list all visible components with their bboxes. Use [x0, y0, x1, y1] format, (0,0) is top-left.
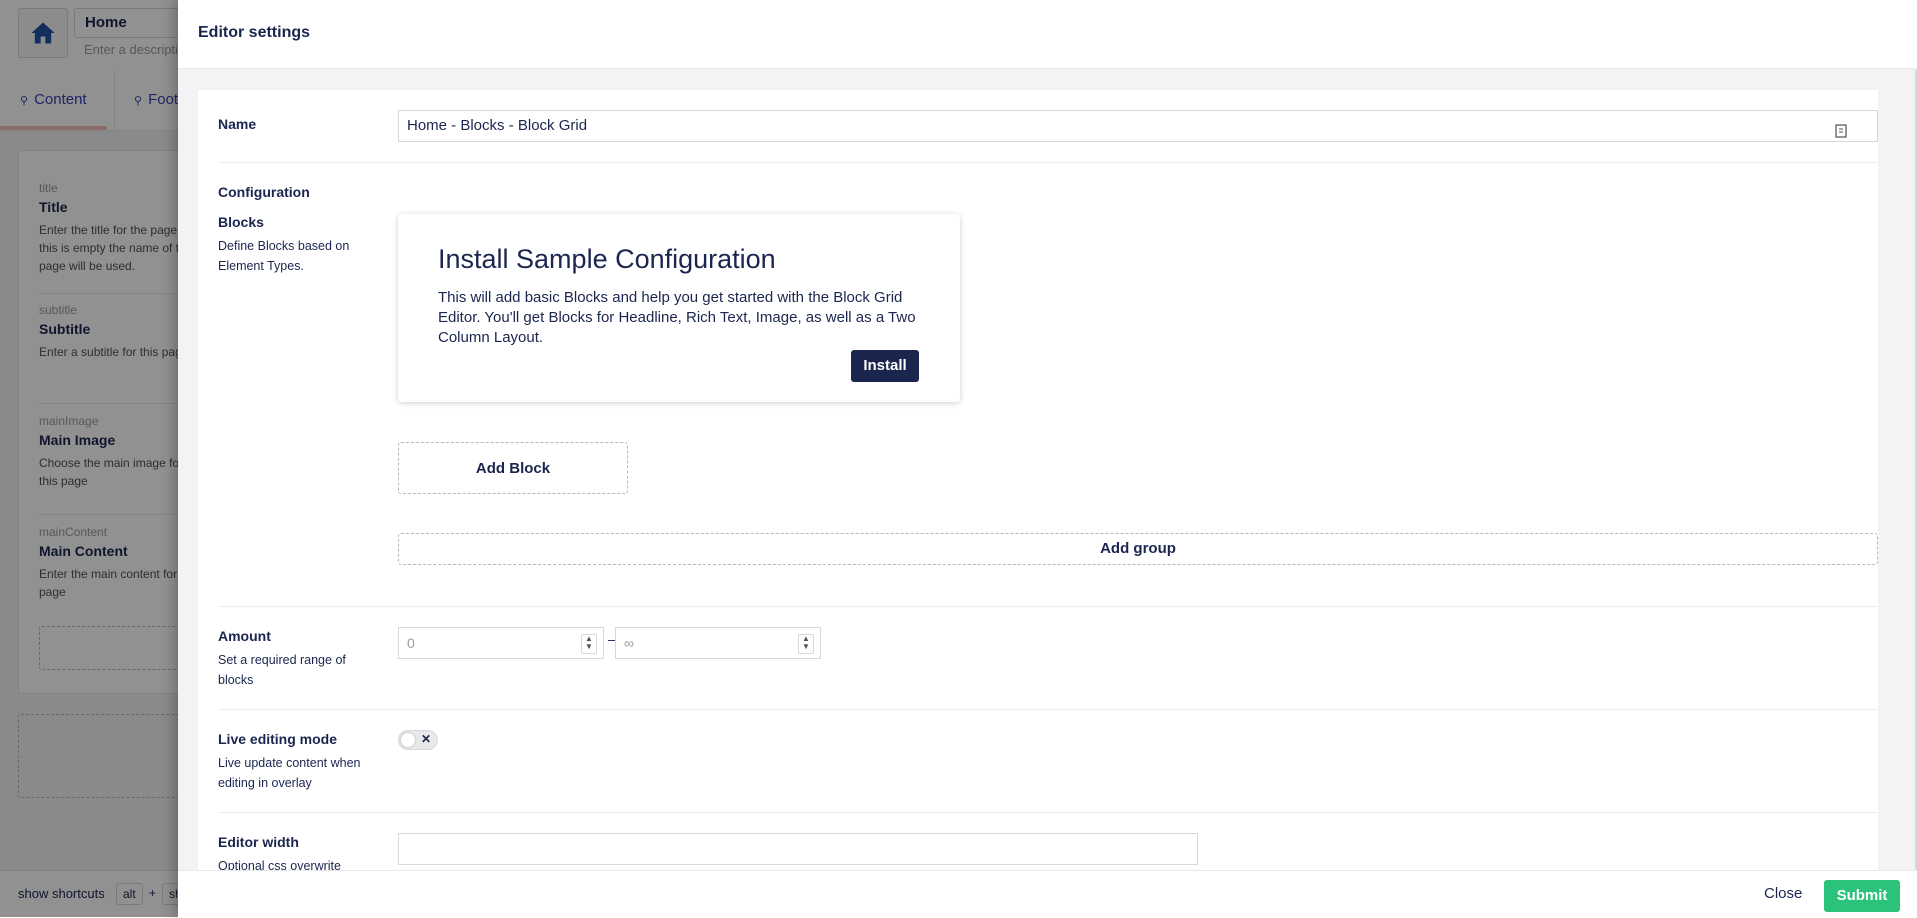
close-icon: ✕: [420, 732, 431, 746]
divider: [218, 709, 1878, 710]
name-value: Home - Blocks - Block Grid: [407, 117, 588, 134]
panel-title: Editor settings: [198, 24, 311, 41]
panel-footer: Close Submit: [178, 870, 1917, 918]
copy-icon[interactable]: [1835, 119, 1847, 149]
amount-label: Amount: [218, 628, 271, 644]
configuration-label: Configuration: [218, 184, 310, 200]
divider: [218, 606, 1878, 607]
live-editing-description: Live update content when editing in over…: [218, 756, 361, 790]
add-group-button[interactable]: Add group: [398, 533, 1878, 565]
editor-width-label: Editor width: [218, 834, 299, 850]
sample-text: This will add basic Blocks and help you …: [438, 289, 916, 346]
divider: [218, 162, 1878, 163]
live-editing-toggle[interactable]: ✕: [398, 730, 438, 750]
panel-body: Name Home - Blocks - Block Grid Configur…: [198, 90, 1878, 870]
editor-width-description: Optional css overwrite: [218, 859, 341, 870]
amount-description: Set a required range of blocks: [218, 653, 346, 687]
divider: [218, 812, 1878, 813]
toggle-knob: [401, 733, 415, 747]
name-input[interactable]: Home - Blocks - Block Grid: [398, 110, 1878, 142]
install-button[interactable]: Install: [851, 350, 919, 382]
submit-button[interactable]: Submit: [1824, 880, 1900, 912]
amount-max-placeholder: ∞: [624, 635, 634, 651]
spinner-icon[interactable]: ▲ ▼: [798, 634, 814, 654]
close-button[interactable]: Close: [1764, 885, 1802, 902]
name-label: Name: [218, 116, 257, 132]
add-block-button[interactable]: Add Block: [398, 442, 628, 494]
amount-max-input[interactable]: ∞ ▲ ▼: [615, 627, 821, 659]
sample-configuration-card: Install Sample Configuration This will a…: [398, 214, 960, 402]
amount-min-input[interactable]: 0 ▲ ▼: [398, 627, 604, 659]
blocks-description: Define Blocks based on Element Types.: [218, 239, 350, 273]
sample-title: Install Sample Configuration: [438, 244, 776, 274]
editor-settings-panel: Editor settings Name Home - Blocks - Blo…: [178, 0, 1917, 918]
spinner-icon[interactable]: ▲ ▼: [581, 634, 597, 654]
blocks-label: Blocks: [218, 214, 264, 230]
amount-min-placeholder: 0: [407, 635, 415, 651]
live-editing-label: Live editing mode: [218, 731, 338, 747]
editor-width-input[interactable]: [398, 833, 1198, 865]
panel-header: Editor settings: [178, 0, 1917, 69]
